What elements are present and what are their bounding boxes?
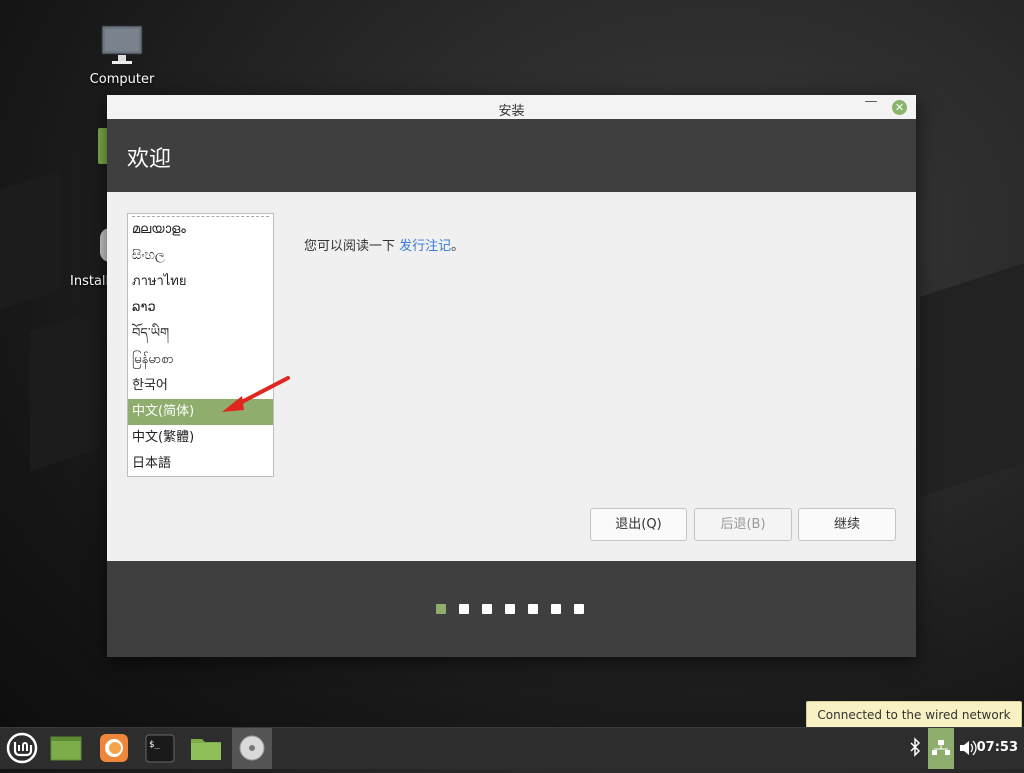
language-item[interactable]: 日本語 <box>128 451 273 476</box>
terminal-icon: $_ <box>145 734 175 763</box>
svg-text:$_: $_ <box>149 740 160 750</box>
desktop-icon-install[interactable]: Install <box>70 274 109 289</box>
bluetooth-tray[interactable] <box>905 728 925 769</box>
taskbar-terminal[interactable]: $_ <box>140 728 180 769</box>
progress-footer <box>107 561 916 657</box>
desktop-icon-label: Install <box>70 274 110 289</box>
back-button[interactable]: 后退(B) <box>694 508 792 541</box>
language-item[interactable]: മലയാളം <box>128 217 273 243</box>
close-icon: ✕ <box>894 101 905 114</box>
taskbar-installer[interactable] <box>232 728 272 769</box>
bluetooth-icon <box>910 737 921 757</box>
monitor-icon <box>101 25 143 64</box>
language-item[interactable]: 中文(繁體) <box>128 425 273 451</box>
minimize-button[interactable]: — <box>864 95 878 112</box>
background-shape <box>0 170 60 310</box>
taskbar-firefox[interactable] <box>94 728 134 769</box>
language-item[interactable]: සිංහල <box>128 243 273 269</box>
firefox-icon <box>100 734 128 762</box>
continue-button[interactable]: 继续 <box>798 508 896 541</box>
disc-icon <box>239 735 265 761</box>
background-shape <box>30 308 100 472</box>
step-dot <box>528 604 538 614</box>
taskbar-files[interactable] <box>186 728 226 769</box>
release-notes-prefix: 您可以阅读一下 <box>304 239 400 254</box>
language-item[interactable]: ລາວ <box>128 295 273 321</box>
language-item[interactable]: ภาษาไทย <box>128 269 273 295</box>
folder-icon <box>191 739 221 760</box>
taskbar: $_ 07:53 <box>0 727 1024 769</box>
red-arrow-annotation <box>222 376 290 412</box>
release-notes-suffix: 。 <box>451 239 465 254</box>
menu-button[interactable] <box>2 728 42 769</box>
step-dot <box>482 604 492 614</box>
release-notes-link[interactable]: 发行注记 <box>399 239 451 254</box>
step-dot <box>436 604 446 614</box>
step-dot <box>459 604 469 614</box>
language-list[interactable]: മലയാളം සිංහල ภาษาไทย ລາວ བོད་ཡིག မြန်မာစာ 한국어 中… <box>127 213 274 477</box>
network-icon <box>932 740 950 755</box>
page-title: 欢迎 <box>127 147 172 172</box>
quit-button[interactable]: 退出(Q) <box>590 508 687 541</box>
step-dot <box>505 604 515 614</box>
desktop-icon <box>50 736 82 761</box>
mint-logo-icon <box>6 732 38 764</box>
step-dot <box>574 604 584 614</box>
clock[interactable]: 07:53 <box>977 740 1018 755</box>
title-bar[interactable]: 安装 — ✕ <box>107 95 916 120</box>
close-button[interactable]: ✕ <box>892 100 907 115</box>
desktop-icon-partial[interactable] <box>98 128 107 164</box>
language-item[interactable]: བོད་ཡིག <box>128 321 273 347</box>
desktop-icon-label: Computer <box>89 72 155 87</box>
taskbar-show-desktop[interactable] <box>46 728 86 769</box>
release-notes-text: 您可以阅读一下 发行注记。 <box>304 235 464 254</box>
network-tray[interactable] <box>928 728 954 769</box>
background-shape <box>920 263 1024 497</box>
window-title: 安装 <box>498 104 525 119</box>
header-banner: 欢迎 <box>107 119 916 192</box>
network-tooltip: Connected to the wired network <box>806 701 1022 729</box>
step-dot <box>551 604 561 614</box>
desktop-icon-computer[interactable]: Computer <box>82 24 162 87</box>
